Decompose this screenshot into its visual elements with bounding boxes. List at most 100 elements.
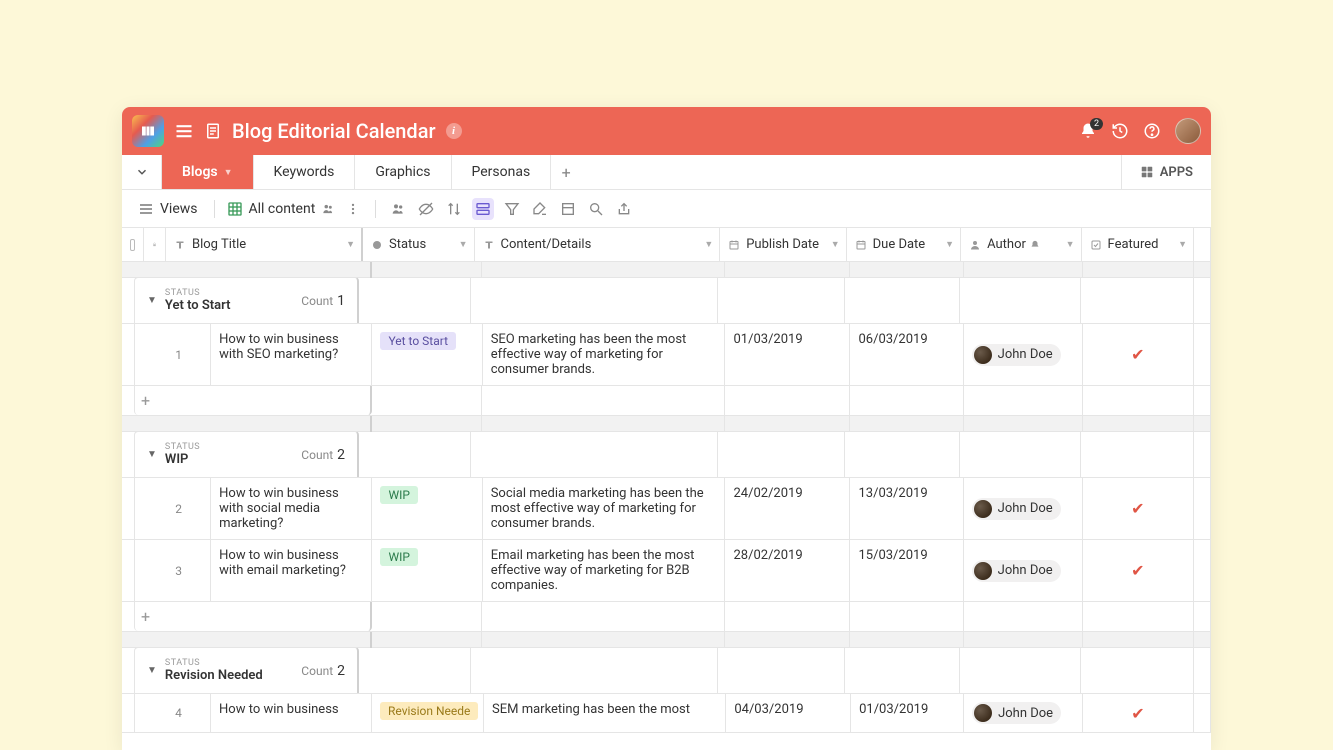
cell-publish-date[interactable]: 04/03/2019	[726, 694, 851, 732]
tab-personas[interactable]: Personas	[452, 155, 552, 189]
help-icon[interactable]	[1143, 122, 1161, 140]
user-avatar[interactable]	[1175, 118, 1201, 144]
document-icon[interactable]	[204, 122, 222, 140]
status-pill: WIP	[380, 548, 417, 566]
views-button[interactable]: Views	[134, 197, 202, 221]
column-due-date[interactable]: Due Date ▼	[847, 228, 961, 261]
history-icon[interactable]	[1111, 122, 1129, 140]
share-icon[interactable]	[388, 199, 408, 219]
tab-graphics[interactable]: Graphics	[355, 155, 451, 189]
info-icon[interactable]: i	[446, 123, 462, 139]
toolbar: Views All content	[122, 190, 1211, 228]
cell-due-date[interactable]: 15/03/2019	[850, 540, 963, 601]
column-content[interactable]: Content/Details ▼	[475, 228, 721, 261]
row-height-icon[interactable]	[558, 199, 578, 219]
status-pill: Yet to Start	[380, 332, 456, 350]
cell-title[interactable]: How to win business with social media ma…	[211, 478, 372, 539]
cell-due-date[interactable]: 01/03/2019	[851, 694, 964, 732]
cell-author[interactable]: John Doe	[964, 478, 1083, 539]
cell-title[interactable]: How to win business with email marketing…	[211, 540, 372, 601]
group-icon[interactable]	[472, 198, 494, 220]
app-window: Blog Editorial Calendar i 2 Blogs ▼	[122, 107, 1211, 750]
table-row[interactable]: 3 How to win business with email marketi…	[122, 540, 1211, 602]
group-collapse-button[interactable]: ▼	[147, 665, 157, 676]
separator	[214, 200, 215, 218]
cell-publish-date[interactable]: 24/02/2019	[725, 478, 850, 539]
group-collapse-button[interactable]: ▼	[147, 449, 157, 460]
cell-featured[interactable]: ✔	[1083, 540, 1194, 601]
add-tab-button[interactable]: +	[551, 155, 581, 189]
hide-icon[interactable]	[416, 199, 436, 219]
group-spacer	[122, 262, 1211, 278]
cell-publish-date[interactable]: 28/02/2019	[725, 540, 850, 601]
cell-title[interactable]: How to win business	[211, 694, 372, 732]
cell-author[interactable]: John Doe	[964, 324, 1083, 385]
table-row[interactable]: 2 How to win business with social media …	[122, 478, 1211, 540]
cell-featured[interactable]: ✔	[1083, 324, 1194, 385]
more-icon[interactable]	[343, 199, 363, 219]
chevron-down-icon[interactable]: ▼	[1066, 239, 1075, 250]
cell-status[interactable]: Revision Neede	[372, 694, 484, 732]
cell-title[interactable]: How to win business with SEO marketing?	[211, 324, 372, 385]
group-count: 2	[337, 663, 345, 679]
apps-button[interactable]: APPS	[1121, 155, 1211, 189]
group-name: Yet to Start	[165, 298, 301, 313]
column-status[interactable]: Status ▼	[363, 228, 474, 261]
color-icon[interactable]	[530, 199, 550, 219]
tab-label: Personas	[472, 164, 531, 180]
table-row[interactable]: 4 How to win business Revision Neede SEM…	[122, 694, 1211, 733]
author-chip: John Doe	[972, 498, 1061, 520]
tabs-collapse-button[interactable]	[122, 155, 162, 189]
app-logo[interactable]	[132, 115, 164, 147]
cell-status[interactable]: WIP	[372, 540, 482, 601]
chevron-down-icon[interactable]: ▼	[459, 239, 468, 250]
sort-icon[interactable]	[444, 199, 464, 219]
cell-author[interactable]: John Doe	[964, 540, 1083, 601]
cell-due-date[interactable]: 06/03/2019	[850, 324, 963, 385]
cell-status[interactable]: Yet to Start	[372, 324, 482, 385]
cell-featured[interactable]: ✔	[1083, 694, 1194, 732]
menu-icon[interactable]	[174, 121, 194, 141]
cell-content[interactable]: SEM marketing has been the most	[484, 694, 726, 732]
cell-content[interactable]: Email marketing has been the most effect…	[483, 540, 726, 601]
group-collapse-button[interactable]: ▼	[147, 295, 157, 306]
text-icon	[483, 239, 495, 251]
chevron-down-icon[interactable]: ▼	[831, 239, 840, 250]
table-row[interactable]: 1 How to win business with SEO marketing…	[122, 324, 1211, 386]
add-row-button[interactable]: +	[134, 602, 372, 631]
column-label: Content/Details	[501, 237, 592, 252]
filter-icon[interactable]	[502, 199, 522, 219]
column-blog-title[interactable]: Blog Title ▼	[166, 228, 363, 261]
column-featured[interactable]: Featured ▼	[1082, 228, 1194, 261]
chevron-down-icon[interactable]: ▼	[704, 239, 713, 250]
cell-content[interactable]: SEO marketing has been the most effectiv…	[483, 324, 726, 385]
export-icon[interactable]	[614, 199, 634, 219]
column-publish-date[interactable]: Publish Date ▼	[720, 228, 846, 261]
author-chip: John Doe	[972, 702, 1061, 724]
chevron-down-icon[interactable]: ▼	[945, 239, 954, 250]
view-selector[interactable]: All content	[227, 201, 336, 217]
person-icon	[969, 239, 981, 251]
cell-due-date[interactable]: 13/03/2019	[850, 478, 963, 539]
author-name: John Doe	[998, 501, 1053, 516]
chevron-down-icon[interactable]: ▼	[1178, 239, 1187, 250]
cell-author[interactable]: John Doe	[964, 694, 1083, 732]
calendar-icon	[728, 239, 740, 251]
tab-keywords[interactable]: Keywords	[254, 155, 356, 189]
notifications-button[interactable]: 2	[1079, 122, 1097, 140]
check-icon: ✔	[1131, 345, 1144, 364]
tab-blogs[interactable]: Blogs ▼	[162, 155, 254, 189]
add-row-button[interactable]: +	[134, 386, 372, 415]
cell-featured[interactable]: ✔	[1083, 478, 1194, 539]
select-all-checkbox[interactable]	[122, 228, 144, 261]
search-icon[interactable]	[586, 199, 606, 219]
views-label: Views	[160, 201, 198, 217]
column-label: Featured	[1108, 237, 1159, 252]
app-header: Blog Editorial Calendar i 2	[122, 107, 1211, 155]
column-author[interactable]: Author ▼	[961, 228, 1081, 261]
table-header: Blog Title ▼ Status ▼ Content/Details ▼ …	[122, 228, 1211, 262]
cell-status[interactable]: WIP	[372, 478, 482, 539]
cell-content[interactable]: Social media marketing has been the most…	[483, 478, 726, 539]
chevron-down-icon[interactable]: ▼	[346, 239, 355, 250]
cell-publish-date[interactable]: 01/03/2019	[725, 324, 850, 385]
